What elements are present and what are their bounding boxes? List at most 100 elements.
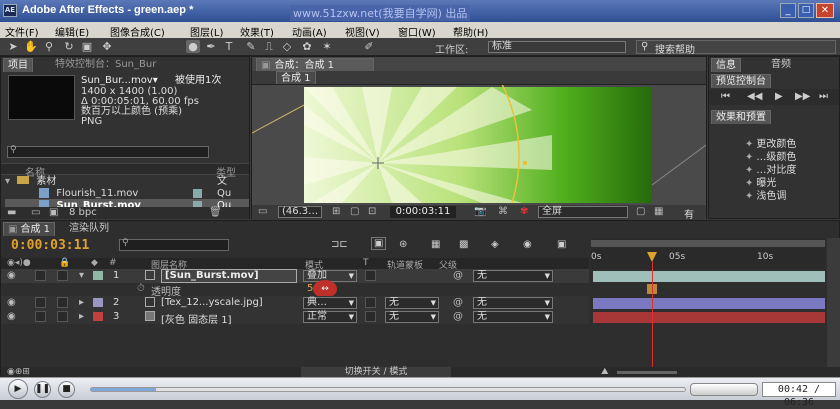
always-preview-icon[interactable]: ▭ — [258, 206, 267, 217]
disclosure-triangle-icon[interactable]: ▾ — [79, 270, 84, 281]
interpret-footage-icon[interactable]: ▬ — [7, 207, 16, 218]
tab-effects-presets[interactable]: 效果和预置 — [711, 110, 771, 124]
pause-icon[interactable]: ❚❚ — [34, 381, 51, 398]
new-comp-icon[interactable]: ▣ — [49, 207, 58, 218]
stopwatch-icon[interactable]: ⏱ — [137, 283, 145, 294]
close-button[interactable]: ✕ — [816, 3, 834, 18]
menu-animation[interactable]: 动画(A) — [292, 24, 327, 39]
layer-duration-bar[interactable] — [593, 298, 825, 309]
menu-composition[interactable]: 图像合成(C) — [110, 24, 165, 39]
list-item[interactable]: ✦ 曝光 — [745, 177, 776, 190]
eye-icon[interactable]: ◉ — [7, 270, 16, 281]
list-item[interactable]: ✦ …对比度 — [745, 164, 796, 177]
eye-icon[interactable]: ◉ — [7, 311, 16, 322]
parent-select[interactable]: 无 ▼ — [473, 297, 553, 309]
view-select[interactable]: 有 — [684, 206, 694, 221]
pick-whip-icon[interactable]: @ — [453, 297, 463, 308]
column-t[interactable]: T — [363, 258, 369, 268]
column-number[interactable]: # — [109, 258, 117, 268]
zoom-tool-icon[interactable]: ⚲ — [42, 40, 56, 53]
trkmat-select[interactable]: 无 ▼ — [385, 297, 439, 309]
menu-edit[interactable]: 编辑(E) — [55, 24, 89, 39]
table-row[interactable]: ◉ ▾ 1 [Sun_Burst.mov] 叠加 ▼ @ 无 ▼ — [1, 269, 589, 283]
selection-tool-icon[interactable]: ➤ — [6, 40, 20, 53]
region-of-interest-icon[interactable]: ▢ — [636, 206, 645, 217]
mask-icon[interactable]: ▢ — [350, 206, 359, 217]
eraser-tool-icon[interactable]: ◇ — [280, 40, 294, 53]
grid-icon[interactable]: ⊞ — [332, 206, 340, 217]
solo-toggle[interactable] — [35, 311, 46, 322]
label-color-swatch[interactable] — [93, 271, 103, 280]
workspace-select[interactable]: 标准 — [488, 41, 626, 53]
roto-brush-tool-icon[interactable]: ✿ — [300, 40, 314, 53]
first-frame-icon[interactable]: ⏮ — [721, 91, 730, 102]
menu-effect[interactable]: 效果(T) — [240, 24, 274, 39]
parent-select[interactable]: 无 ▼ — [473, 311, 553, 323]
rotate-tool-icon[interactable]: ↻ — [62, 40, 76, 53]
graph-editor-icon[interactable]: ◉ — [523, 239, 532, 250]
new-folder-icon[interactable]: ▭ — [31, 207, 40, 218]
zoom-out-icon[interactable]: ⛰ — [601, 367, 609, 377]
list-item[interactable]: ✦ 更改颜色 — [745, 138, 796, 151]
tab-info[interactable]: 信息 — [711, 58, 741, 72]
clone-stamp-tool-icon[interactable]: ⎍ — [262, 40, 276, 53]
timeline-search-input[interactable]: ⚲ — [119, 238, 229, 251]
layer-duration-bar[interactable] — [593, 271, 825, 282]
play-icon[interactable]: ▶ — [8, 379, 28, 399]
disclosure-triangle-icon[interactable]: ▾ — [5, 176, 10, 187]
property-row[interactable]: ⏱ 透明度 54 ↔ — [1, 280, 589, 298]
pin-tool-icon[interactable]: ✐ — [362, 40, 376, 53]
draft-3d-icon[interactable]: ▣ — [371, 237, 387, 250]
next-frame-icon[interactable]: ▶▶ — [795, 91, 810, 102]
time-ruler[interactable]: 0s 05s 10s — [591, 238, 825, 269]
menu-view[interactable]: 视图(V) — [345, 24, 380, 39]
layer-name[interactable]: [Sun_Burst.mov] — [161, 269, 297, 283]
list-item[interactable]: ✦ 浅色调 — [745, 190, 786, 203]
preserve-transparency-toggle[interactable] — [365, 270, 376, 281]
disclosure-triangle-icon[interactable]: ▸ — [79, 297, 84, 308]
tab-render-queue[interactable]: 渲染队列 — [65, 222, 113, 236]
transparency-grid-icon[interactable]: ▦ — [654, 206, 663, 217]
tab-project[interactable]: 项目 — [3, 58, 33, 72]
minimize-button[interactable]: _ — [780, 3, 796, 18]
current-time-display[interactable]: 0:00:03:11 — [390, 206, 456, 218]
eye-icon[interactable]: ◉ — [7, 297, 16, 308]
label-color-swatch[interactable] — [93, 298, 103, 307]
menu-help[interactable]: 帮助(H) — [453, 24, 488, 39]
puppet-tool-icon[interactable]: ✶ — [320, 40, 334, 53]
safe-margins-icon[interactable]: ⊡ — [368, 206, 376, 217]
lock-toggle[interactable] — [57, 297, 68, 308]
brush-tool-icon[interactable]: ✎ — [244, 40, 258, 53]
brainstorm-icon[interactable]: ◈ — [491, 239, 499, 250]
stop-icon[interactable]: ■ — [58, 381, 75, 398]
pick-whip-icon[interactable]: @ — [453, 270, 463, 281]
composition-canvas[interactable] — [252, 85, 706, 205]
help-search-input[interactable]: ⚲ 搜索帮助 — [636, 40, 836, 56]
camera-tool-icon[interactable]: ▣ — [80, 40, 94, 53]
preserve-transparency-toggle[interactable] — [365, 311, 376, 322]
parent-select[interactable]: 无 ▼ — [473, 270, 553, 282]
timeline-current-time[interactable]: 0:00:03:11 — [11, 238, 89, 253]
menu-window[interactable]: 窗口(W) — [398, 24, 436, 39]
snapshot-icon[interactable]: 📷 — [474, 206, 486, 217]
close-icon[interactable]: ▣ — [8, 224, 17, 235]
layer-name[interactable]: [灰色 固态层 1] — [161, 311, 232, 326]
timeline-scrollbar[interactable] — [827, 238, 840, 378]
project-search-input[interactable]: ⚲ — [7, 145, 209, 158]
volume-slider[interactable] — [690, 383, 758, 396]
layer-duration-bar[interactable] — [593, 312, 825, 323]
label-color-swatch[interactable] — [93, 312, 103, 321]
menu-layer[interactable]: 图层(L) — [190, 24, 223, 39]
last-frame-icon[interactable]: ⏭ — [819, 91, 828, 102]
table-row[interactable]: ◉ ▸ 3 [灰色 固态层 1] 正常 ▼ 无 ▼ @ 无 ▼ — [1, 310, 589, 326]
layer-name[interactable]: [Tex_12...yscale.jpg] — [161, 297, 263, 308]
channel-icon[interactable]: ✾ — [520, 206, 528, 217]
hide-shy-layers-icon[interactable]: ⊛ — [399, 239, 407, 250]
zoom-select[interactable]: (46.3… — [278, 206, 322, 218]
layer-switches-icon[interactable]: ◉⊕⊞ — [7, 367, 30, 377]
pan-behind-tool-icon[interactable]: ✥ — [100, 40, 114, 53]
pen-tool-icon[interactable]: ✒ — [204, 40, 218, 53]
frame-blending-icon[interactable]: ▦ — [431, 239, 440, 250]
disclosure-triangle-icon[interactable]: ▸ — [79, 311, 84, 322]
prev-frame-icon[interactable]: ◀◀ — [747, 91, 762, 102]
